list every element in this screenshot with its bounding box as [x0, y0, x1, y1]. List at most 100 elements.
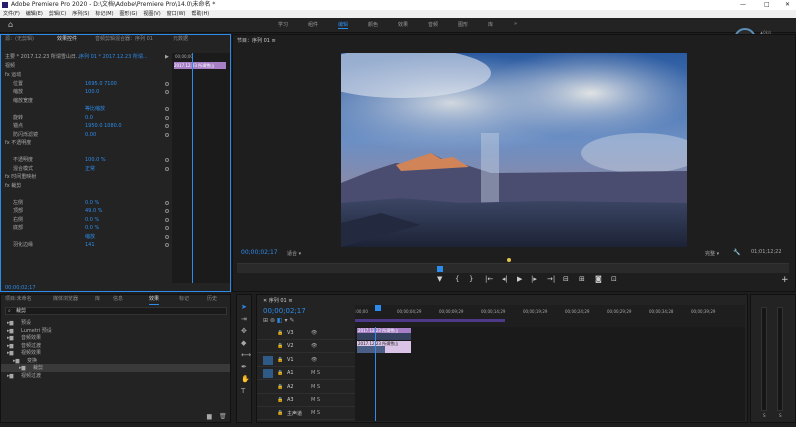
menu-clip[interactable]: 剪辑(C)	[49, 11, 66, 17]
ec-row[interactable]: 顶部 49.0 %	[1, 207, 230, 215]
new-bin-icon[interactable]: ▆	[207, 413, 212, 420]
lock-icon[interactable]: 🔒	[277, 330, 283, 336]
tab-media-browser[interactable]: 媒体浏览器	[53, 295, 78, 304]
eye-icon[interactable]: 👁	[311, 357, 317, 363]
wrench-icon[interactable]: 🔧	[733, 249, 740, 256]
ec-row[interactable]: 底部 0.0 %	[1, 224, 230, 232]
lock-icon[interactable]: 🔒	[277, 370, 283, 376]
keyframe-toggle-icon[interactable]	[165, 243, 169, 247]
ec-row-value[interactable]: 正常	[85, 165, 95, 173]
track-area[interactable]: 2017.12.23 所谓雪山 2017.12.23 所谓雪山	[355, 327, 745, 421]
work-area-bar[interactable]	[355, 319, 505, 322]
source-patch[interactable]	[263, 342, 273, 351]
snap-icon[interactable]: ⊞	[263, 317, 268, 324]
insert-button[interactable]: ⊟	[563, 275, 569, 283]
ec-source[interactable]: 主要 * 2017.12.23 所谓雪山日...	[5, 53, 81, 61]
track-header[interactable]: 🔒 A1 M S	[257, 367, 355, 381]
program-playhead[interactable]	[437, 266, 443, 272]
ec-row-value[interactable]: 0.0 %	[85, 216, 99, 224]
ws-graphics[interactable]: 图形	[458, 21, 468, 28]
ec-row[interactable]	[1, 190, 230, 198]
pen-icon[interactable]: ✒	[241, 363, 247, 371]
ws-effects[interactable]: 效果	[398, 21, 408, 28]
ec-row-value[interactable]: 等比缩放	[85, 105, 105, 113]
add-button[interactable]: +	[781, 275, 789, 285]
tab-audio-mixer[interactable]: 音频剪辑混合器：序列 01	[95, 35, 153, 44]
ws-assembly[interactable]: 组件	[308, 21, 318, 28]
ec-row[interactable]: 左侧 0.0 %	[1, 199, 230, 207]
tab-metadata[interactable]: 元数据	[173, 35, 188, 44]
track-header[interactable]: 🔒 主声道 M S	[257, 407, 355, 421]
selection-tool-icon[interactable]: ➤	[241, 303, 247, 311]
ec-row-value[interactable]: 0.0 %	[85, 224, 99, 232]
mute-solo-icon[interactable]: M S	[311, 370, 320, 376]
ec-row[interactable]: 等比缩放	[1, 105, 230, 113]
program-timecode[interactable]: 00;00;02;17	[241, 249, 278, 256]
play-button[interactable]: ▶	[517, 275, 522, 283]
track-header[interactable]: 🔒 A3 M S	[257, 394, 355, 407]
ec-row[interactable]: 羽化边缘 141	[1, 241, 230, 249]
ec-row[interactable]: 混合模式 正常	[1, 165, 230, 173]
step-back-button[interactable]: ◂|	[502, 275, 508, 283]
keyframe-toggle-icon[interactable]	[165, 209, 169, 213]
ws-editing[interactable]: 编辑	[338, 21, 349, 29]
menu-help[interactable]: 帮助(H)	[192, 11, 210, 17]
menu-sequence[interactable]: 序列(S)	[72, 11, 89, 17]
linked-icon[interactable]: ⊚	[270, 317, 275, 324]
lock-icon[interactable]: 🔒	[277, 343, 283, 349]
ws-more[interactable]: »	[514, 21, 517, 27]
wrench-settings-icon[interactable]: ✎	[289, 317, 294, 324]
close-button[interactable]: ✕	[785, 0, 790, 10]
ec-row[interactable]: 缩放	[1, 233, 230, 241]
quality-dropdown[interactable]: 完整 ▾	[705, 250, 719, 257]
type-icon[interactable]: T	[241, 387, 245, 395]
menu-window[interactable]: 窗口(W)	[167, 11, 186, 17]
camera-icon[interactable]: ◙	[595, 275, 602, 283]
menu-file[interactable]: 文件(F)	[3, 11, 20, 17]
timeline-timecode[interactable]: 00;00;02;17	[263, 307, 306, 315]
clip-v2[interactable]: 2017.12.23 所谓雪山	[357, 328, 411, 340]
track-select-icon[interactable]: ⇥	[241, 315, 247, 323]
menu-marker[interactable]: 标记(M)	[95, 11, 113, 17]
ec-row[interactable]	[1, 148, 230, 156]
ws-learn[interactable]: 学习	[278, 21, 288, 28]
ec-row[interactable]: fx 运动	[1, 71, 230, 79]
ec-row-value[interactable]: 49.0 %	[85, 207, 102, 215]
ec-row-value[interactable]: 141	[85, 241, 95, 249]
razor-icon[interactable]: ◆	[241, 339, 246, 347]
ec-row[interactable]: 防闪烁滤镜 0.00	[1, 131, 230, 139]
ec-row[interactable]: fx 时间重映射	[1, 173, 230, 181]
ec-row[interactable]: fx 不透明度	[1, 139, 230, 147]
mute-solo-icon[interactable]: M S	[311, 384, 320, 390]
mute-solo-icon[interactable]: M S	[311, 410, 320, 416]
effects-search-input[interactable]: ⌕ 裁剪	[5, 307, 227, 315]
ec-row[interactable]: 不透明度 100.0 %	[1, 156, 230, 164]
mute-solo-icon[interactable]: M S	[311, 397, 320, 403]
clip-v1[interactable]: 2017.12.23 所谓雪山	[357, 341, 411, 353]
go-to-in-button[interactable]: |←	[485, 275, 493, 283]
ec-row-value[interactable]: 0.0 %	[85, 199, 99, 207]
slip-icon[interactable]: ⟷	[241, 351, 251, 359]
keyframe-toggle-icon[interactable]	[165, 158, 169, 162]
ec-row[interactable]: 右侧 0.0 %	[1, 216, 230, 224]
keyframe-toggle-icon[interactable]	[165, 226, 169, 230]
tab-source[interactable]: 源：(无剪辑)	[5, 35, 34, 44]
ec-sequence[interactable]: 序列 01 * 2017.12.23 所谓...	[79, 53, 148, 61]
source-patch[interactable]	[263, 355, 273, 365]
step-forward-button[interactable]: |▸	[531, 275, 537, 283]
source-patch[interactable]	[263, 396, 273, 405]
hand-icon[interactable]: ✋	[241, 375, 250, 383]
ws-audio[interactable]: 音频	[428, 21, 438, 28]
tab-effects[interactable]: 效果	[149, 295, 160, 305]
track-header[interactable]: 🔒 V2 👁	[257, 340, 355, 354]
ec-row-value[interactable]: 1695.0 7100	[85, 80, 117, 88]
tab-effect-controls[interactable]: 效果控件	[57, 35, 77, 44]
lock-icon[interactable]: 🔒	[277, 384, 283, 390]
ec-row-value[interactable]: 0.0	[85, 114, 93, 122]
settings-button[interactable]: ⊡	[611, 275, 617, 283]
timeline-ruler[interactable]: :00;00 00;00;04;29 00;00;09;29 00;00;14;29 0…	[355, 305, 745, 327]
fit-dropdown[interactable]: 适合 ▾	[287, 250, 301, 257]
lock-icon[interactable]: 🔒	[277, 397, 283, 403]
source-patch[interactable]	[263, 383, 273, 392]
eye-icon[interactable]: 👁	[311, 343, 317, 349]
